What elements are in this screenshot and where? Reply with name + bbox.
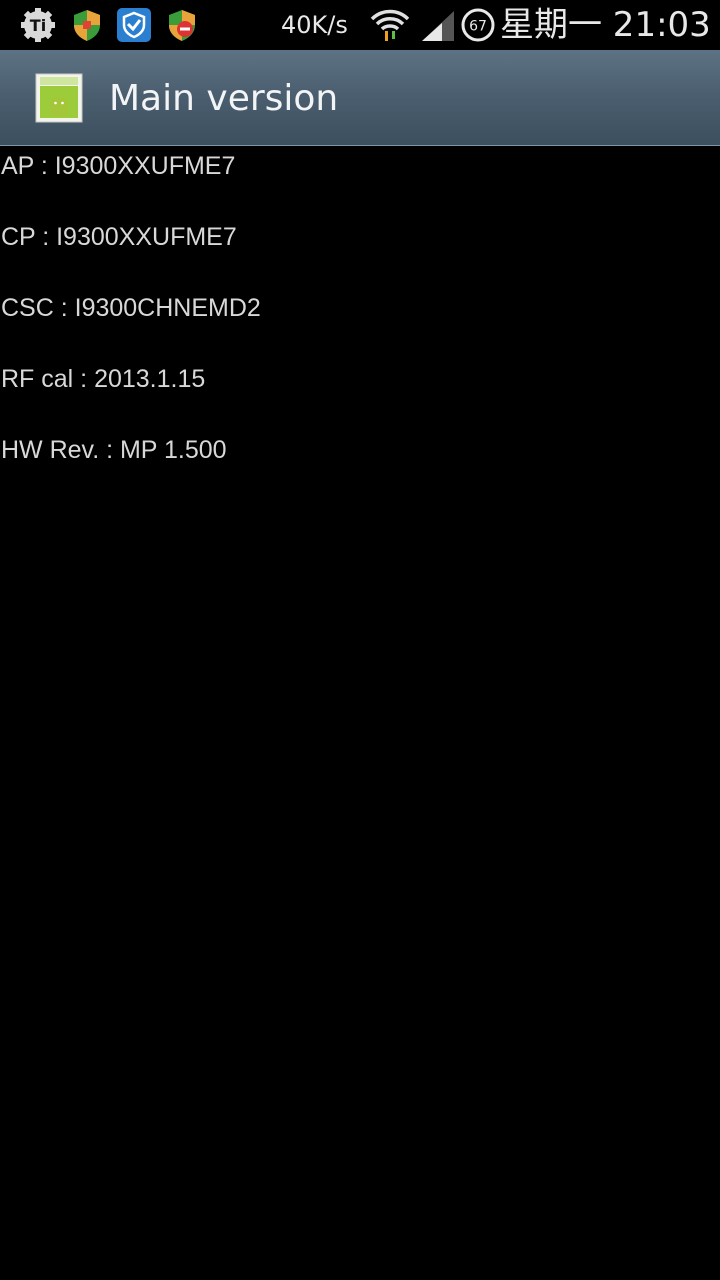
check-shield-icon — [116, 7, 152, 43]
status-bar: Ti 40K/s 67 星期一 21:03 — [0, 0, 720, 50]
version-info-list: AP : I9300XXUFME7 CP : I9300XXUFME7 CSC … — [0, 146, 720, 501]
action-bar: Main version — [0, 50, 720, 146]
page-title: Main version — [109, 78, 339, 119]
battery-icon: 67 — [460, 7, 496, 43]
status-clock: 星期一 21:03 — [500, 5, 711, 45]
svg-text:Ti: Ti — [30, 16, 46, 35]
signal-icon — [420, 7, 456, 43]
network-speed: 40K/s — [281, 11, 348, 39]
ap-version: AP : I9300XXUFME7 — [1, 152, 236, 180]
rf-cal-date: RF cal : 2013.1.15 — [1, 365, 206, 393]
csc-version: CSC : I9300CHNEMD2 — [1, 294, 261, 322]
blocked-shield-icon — [164, 7, 200, 43]
wifi-icon — [370, 7, 410, 43]
hw-revision: HW Rev. : MP 1.500 — [1, 436, 227, 464]
titanium-backup-icon: Ti — [20, 7, 56, 43]
security-shield-icon — [69, 7, 105, 43]
battery-level: 67 — [469, 19, 487, 35]
android-app-icon[interactable] — [34, 72, 86, 124]
cp-version: CP : I9300XXUFME7 — [1, 223, 237, 251]
